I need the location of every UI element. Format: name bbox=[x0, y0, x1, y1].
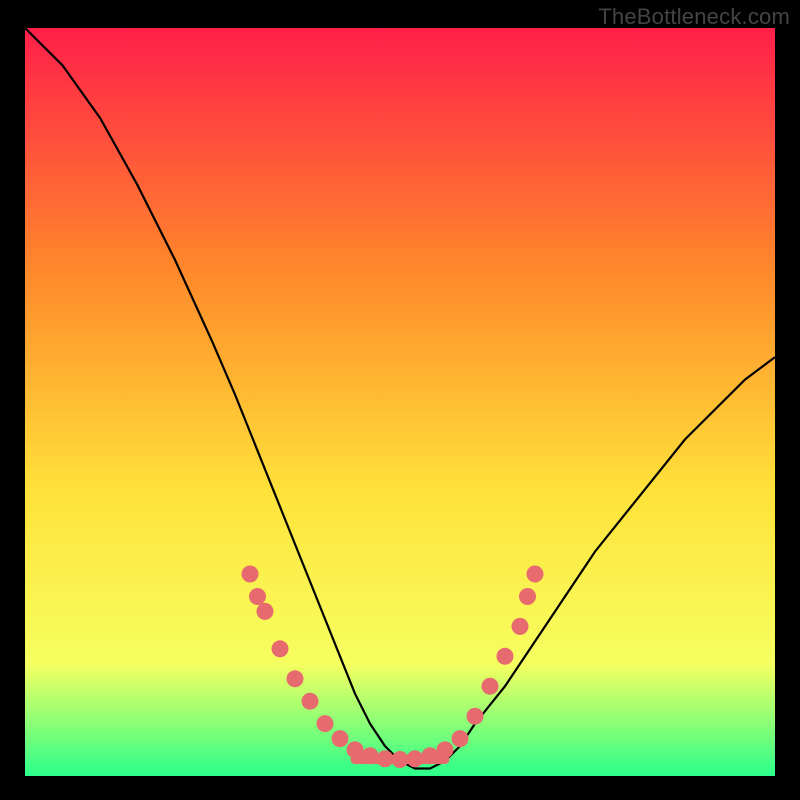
curve-marker bbox=[272, 640, 289, 657]
curve-marker bbox=[512, 618, 529, 635]
chart-svg bbox=[25, 28, 775, 776]
curve-marker bbox=[527, 566, 544, 583]
curve-marker bbox=[437, 741, 454, 758]
curve-marker bbox=[257, 603, 274, 620]
curve-marker bbox=[302, 693, 319, 710]
curve-marker bbox=[377, 750, 394, 767]
curve-marker bbox=[347, 741, 364, 758]
curve-marker bbox=[452, 730, 469, 747]
gradient-background bbox=[25, 28, 775, 776]
curve-marker bbox=[497, 648, 514, 665]
plot-area bbox=[25, 28, 775, 776]
curve-marker bbox=[467, 708, 484, 725]
curve-marker bbox=[317, 715, 334, 732]
curve-marker bbox=[422, 747, 439, 764]
chart-frame: TheBottleneck.com bbox=[0, 0, 800, 800]
curve-marker bbox=[242, 566, 259, 583]
curve-marker bbox=[407, 750, 424, 767]
curve-marker bbox=[287, 670, 304, 687]
curve-marker bbox=[362, 747, 379, 764]
curve-marker bbox=[482, 678, 499, 695]
curve-marker bbox=[392, 751, 409, 768]
curve-marker bbox=[519, 588, 536, 605]
curve-marker bbox=[249, 588, 266, 605]
watermark-text: TheBottleneck.com bbox=[598, 4, 790, 30]
curve-marker bbox=[332, 730, 349, 747]
